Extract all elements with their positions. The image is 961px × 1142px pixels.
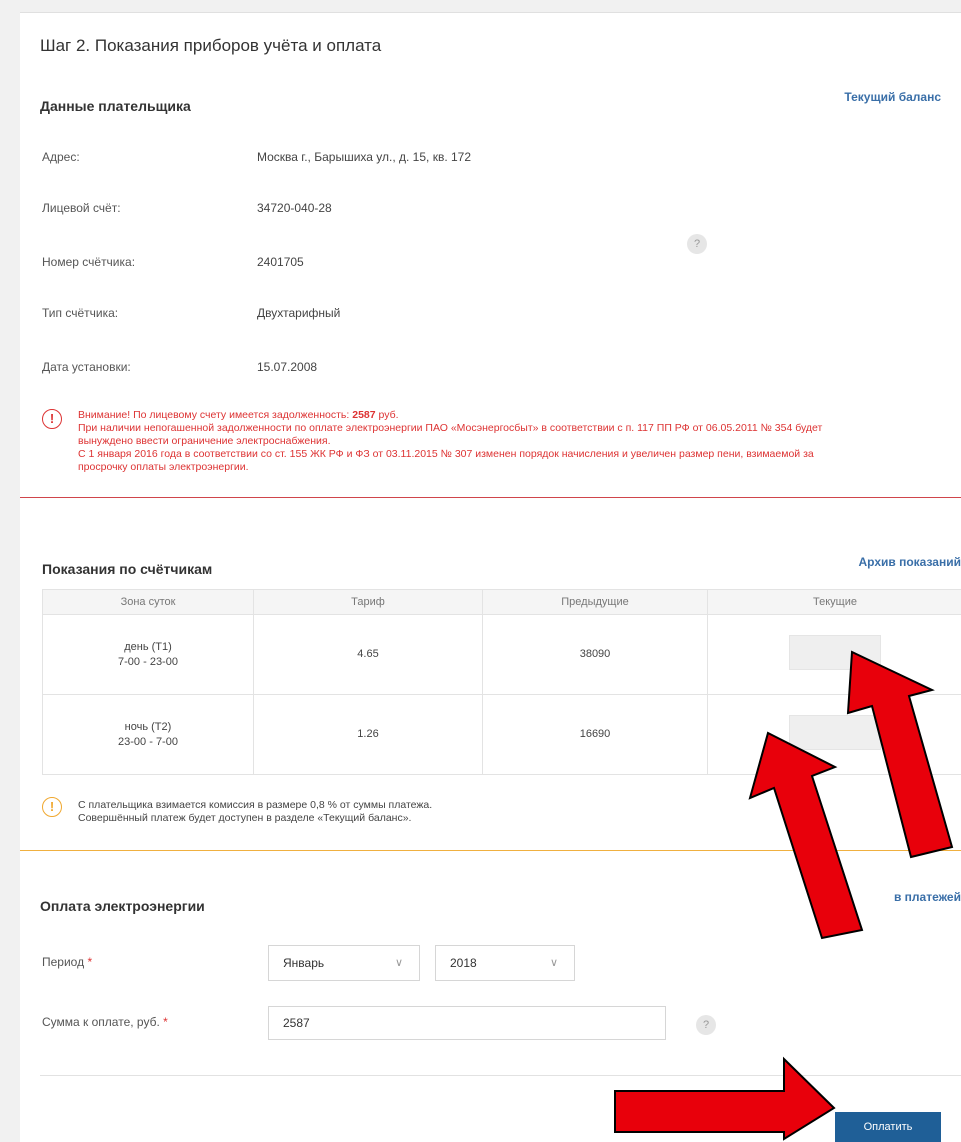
col-tariff: Тариф — [254, 590, 483, 615]
warning-icon: ! — [42, 409, 62, 429]
year-select[interactable]: 2018 ∨ — [435, 945, 575, 981]
install-date-label: Дата установки: — [42, 360, 131, 374]
address-value: Москва г., Барышиха ул., д. 15, кв. 172 — [257, 150, 471, 164]
amount-help-icon[interactable]: ? — [696, 1015, 716, 1035]
pay-button[interactable]: Оплатить — [835, 1112, 941, 1142]
current-reading-input-t2[interactable] — [789, 715, 881, 750]
amount-label: Сумма к оплате, руб. * — [42, 1015, 168, 1029]
month-value: Январь — [283, 956, 324, 970]
col-current: Текущие — [708, 590, 961, 615]
meter-number-label: Номер счётчика: — [42, 255, 135, 269]
meter-number-value: 2401705 — [257, 255, 304, 269]
previous-cell: 16690 — [483, 695, 708, 775]
period-label: Период * — [42, 955, 92, 969]
tariff-cell: 4.65 — [254, 615, 483, 695]
current-reading-input-t1[interactable] — [789, 635, 881, 670]
month-select[interactable]: Январь ∨ — [268, 945, 420, 981]
step-panel: Шаг 2. Показания приборов учёта и оплата… — [20, 12, 961, 1142]
readings-archive-link[interactable]: Архив показаний — [859, 555, 961, 569]
table-row: ночь (Т2)23-00 - 7-00 1.26 16690 — [43, 695, 961, 775]
tariff-cell: 1.26 — [254, 695, 483, 775]
warning-divider — [20, 497, 961, 498]
debt-warning-text: Внимание! По лицевому счету имеется задо… — [78, 409, 938, 474]
commission-divider — [20, 850, 961, 851]
commission-note: С плательщика взимается комиссия в разме… — [78, 799, 678, 825]
info-icon: ! — [42, 797, 62, 817]
chevron-down-icon: ∨ — [395, 946, 403, 980]
year-value: 2018 — [450, 956, 477, 970]
payments-archive-link[interactable]: в платежей — [894, 890, 961, 904]
col-previous: Предыдущие — [483, 590, 708, 615]
account-label: Лицевой счёт: — [42, 201, 121, 215]
zone-hours: 23-00 - 7-00 — [44, 735, 252, 750]
col-zone: Зона суток — [43, 590, 254, 615]
account-value: 34720-040-28 — [257, 201, 332, 215]
page-title: Шаг 2. Показания приборов учёта и оплата — [40, 36, 381, 56]
footer-divider — [40, 1075, 961, 1076]
table-row: день (Т1)7-00 - 23-00 4.65 38090 — [43, 615, 961, 695]
zone-hours: 7-00 - 23-00 — [44, 655, 252, 670]
meter-type-value: Двухтарифный — [257, 306, 340, 320]
chevron-down-icon: ∨ — [550, 946, 558, 980]
current-balance-link[interactable]: Текущий баланс — [844, 90, 941, 104]
zone-name: ночь (Т2) — [44, 720, 252, 735]
meter-type-label: Тип счётчика: — [42, 306, 118, 320]
zone-name: день (Т1) — [44, 640, 252, 655]
address-label: Адрес: — [42, 150, 80, 164]
install-date-value: 15.07.2008 — [257, 360, 317, 374]
meter-help-icon[interactable]: ? — [687, 234, 707, 254]
previous-cell: 38090 — [483, 615, 708, 695]
amount-input[interactable]: 2587 — [268, 1006, 666, 1040]
debt-amount: 2587 — [352, 409, 375, 421]
payment-heading: Оплата электроэнергии — [40, 898, 205, 914]
payer-heading: Данные плательщика — [40, 98, 191, 114]
meters-heading: Показания по счётчикам — [42, 561, 212, 577]
meter-readings-table: Зона суток Тариф Предыдущие Текущие день… — [42, 589, 961, 775]
